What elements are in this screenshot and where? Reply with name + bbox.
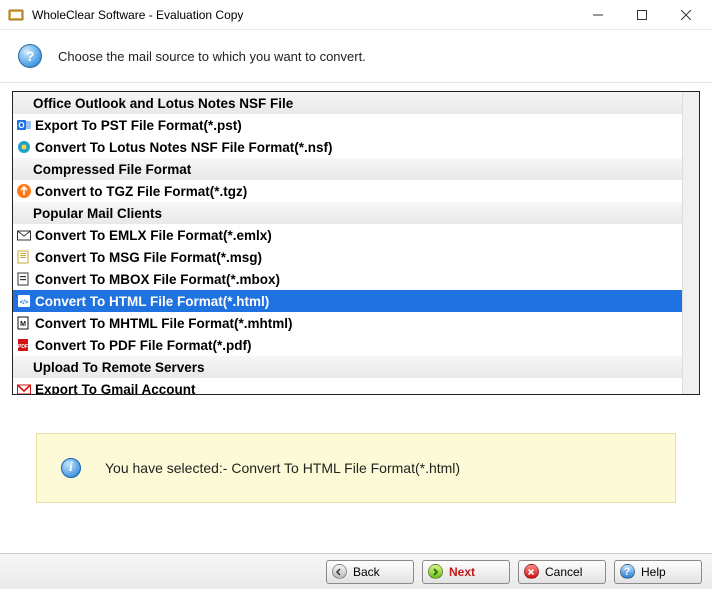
list-header: Upload To Remote Servers xyxy=(13,356,682,378)
svg-text:PDF: PDF xyxy=(18,344,28,350)
list-item-label: Export To PST File Format(*.pst) xyxy=(35,118,242,133)
format-list-container: Office Outlook and Lotus Notes NSF FileO… xyxy=(12,91,700,395)
separator xyxy=(0,82,712,83)
help-label: Help xyxy=(641,565,666,579)
list-item-label: Export To Gmail Account xyxy=(35,382,196,395)
list-item[interactable]: Export To Gmail Account xyxy=(13,378,682,394)
footer: Back Next Cancel ? Help xyxy=(0,553,712,589)
list-header: Compressed File Format xyxy=(13,158,682,180)
lotus-notes-icon xyxy=(16,139,32,155)
gmail-icon xyxy=(16,381,32,394)
next-icon xyxy=(427,564,443,580)
minimize-button[interactable] xyxy=(576,1,620,29)
status-text: You have selected:- Convert To HTML File… xyxy=(105,460,460,476)
list-item[interactable]: PDF Convert To PDF File Format(*.pdf) xyxy=(13,334,682,356)
svg-text:</>: </> xyxy=(20,300,29,306)
mbox-icon xyxy=(16,271,32,287)
help-button[interactable]: ? Help xyxy=(614,560,702,584)
next-button[interactable]: Next xyxy=(422,560,510,584)
list-item[interactable]: Convert To MBOX File Format(*.mbox) xyxy=(13,268,682,290)
emlx-icon xyxy=(16,227,32,243)
info-icon: i xyxy=(61,458,81,478)
list-item-label: Convert To MHTML File Format(*.mhtml) xyxy=(35,316,293,331)
mhtml-icon: M xyxy=(16,315,32,331)
list-header: Popular Mail Clients xyxy=(13,202,682,224)
maximize-button[interactable] xyxy=(620,1,664,29)
cancel-icon xyxy=(523,564,539,580)
list-item[interactable]: Convert To MSG File Format(*.msg) xyxy=(13,246,682,268)
back-button[interactable]: Back xyxy=(326,560,414,584)
outlook-icon: O xyxy=(16,117,32,133)
list-item-label: Convert To MBOX File Format(*.mbox) xyxy=(35,272,280,287)
cancel-button[interactable]: Cancel xyxy=(518,560,606,584)
list-item[interactable]: Convert To Lotus Notes NSF File Format(*… xyxy=(13,136,682,158)
question-icon: ? xyxy=(18,44,42,68)
titlebar: WholeClear Software - Evaluation Copy xyxy=(0,0,712,30)
list-item[interactable]: M Convert To MHTML File Format(*.mhtml) xyxy=(13,312,682,334)
list-header: Office Outlook and Lotus Notes NSF File xyxy=(13,92,682,114)
list-item-label: Convert To EMLX File Format(*.emlx) xyxy=(35,228,272,243)
list-item-label: Convert To HTML File Format(*.html) xyxy=(35,294,269,309)
svg-text:M: M xyxy=(20,321,26,328)
list-item[interactable]: Convert to TGZ File Format(*.tgz) xyxy=(13,180,682,202)
pdf-icon: PDF xyxy=(16,337,32,353)
list-item-label: Convert To MSG File Format(*.msg) xyxy=(35,250,262,265)
list-item-label: Convert to TGZ File Format(*.tgz) xyxy=(35,184,247,199)
list-item-label: Convert To PDF File Format(*.pdf) xyxy=(35,338,252,353)
close-button[interactable] xyxy=(664,1,708,29)
tgz-icon xyxy=(16,183,32,199)
scrollbar[interactable] xyxy=(682,92,699,394)
list-item[interactable]: </> Convert To HTML File Format(*.html) xyxy=(13,290,682,312)
msg-icon xyxy=(16,249,32,265)
svg-text:O: O xyxy=(18,121,24,130)
window-controls xyxy=(576,1,708,29)
format-list[interactable]: Office Outlook and Lotus Notes NSF FileO… xyxy=(13,92,682,394)
back-label: Back xyxy=(353,565,380,579)
next-label: Next xyxy=(449,565,475,579)
list-item[interactable]: Convert To EMLX File Format(*.emlx) xyxy=(13,224,682,246)
help-icon: ? xyxy=(619,564,635,580)
instruction-text: Choose the mail source to which you want… xyxy=(58,49,366,64)
app-icon xyxy=(8,7,24,23)
html-icon: </> xyxy=(16,293,32,309)
instruction-bar: ? Choose the mail source to which you wa… xyxy=(0,30,712,82)
status-panel: i You have selected:- Convert To HTML Fi… xyxy=(36,433,676,503)
list-item[interactable]: O Export To PST File Format(*.pst) xyxy=(13,114,682,136)
back-icon xyxy=(331,564,347,580)
window-title: WholeClear Software - Evaluation Copy xyxy=(32,8,576,22)
cancel-label: Cancel xyxy=(545,565,582,579)
list-item-label: Convert To Lotus Notes NSF File Format(*… xyxy=(35,140,333,155)
